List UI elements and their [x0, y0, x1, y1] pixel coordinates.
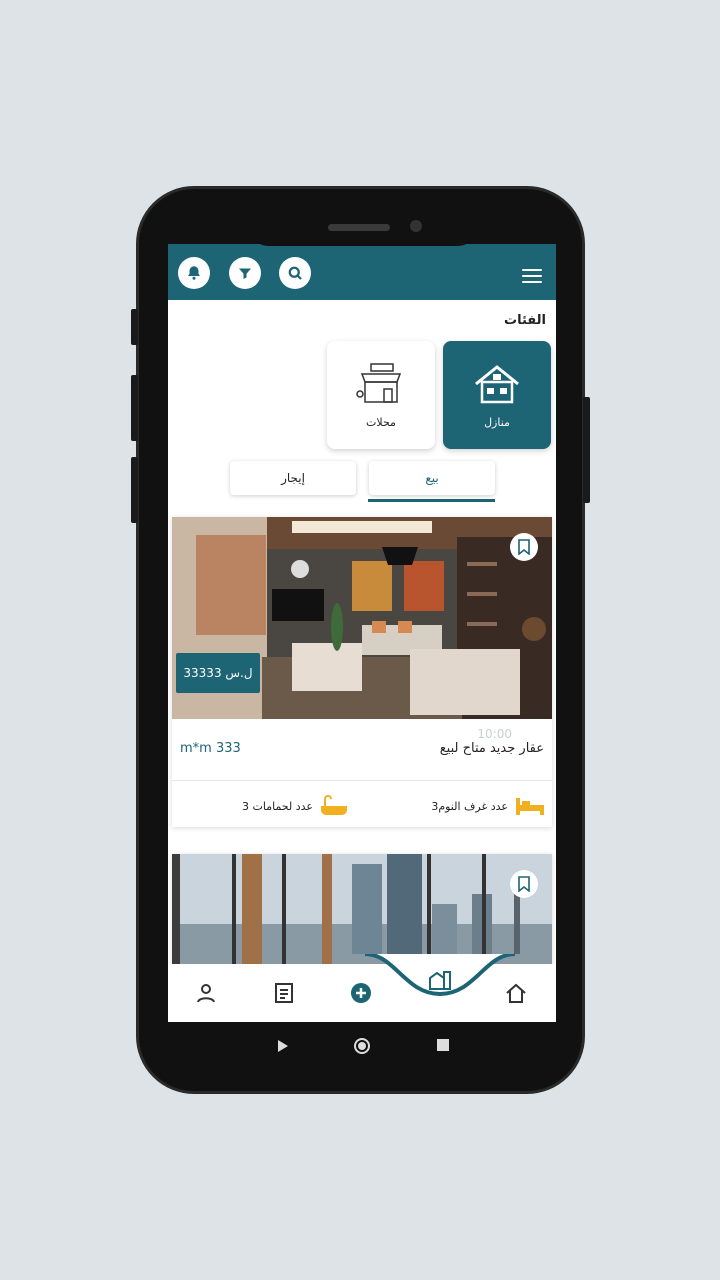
volume-up-button	[131, 375, 138, 441]
app-screen: الفئات منازل محلات إيجار بيع 33333 ل.س 1…	[168, 244, 556, 1022]
notch	[250, 213, 476, 246]
listing-info-row: 10:00 m*m 333 عقار جديد متاح لبيع	[172, 719, 552, 781]
tab-rent[interactable]: إيجار	[230, 461, 356, 495]
bookmark-button[interactable]	[510, 870, 538, 898]
listing-image	[172, 854, 552, 964]
listing-time: 10:00	[477, 727, 512, 741]
phone-frame: الفئات منازل محلات إيجار بيع 33333 ل.س 1…	[131, 186, 590, 1094]
nav-add[interactable]	[349, 981, 373, 1005]
shop-icon	[356, 362, 402, 403]
tab-sale[interactable]: بيع	[369, 461, 495, 495]
notifications-button[interactable]	[178, 257, 210, 289]
nav-profile[interactable]	[194, 981, 218, 1005]
listing-image: 33333 ل.س	[172, 517, 552, 719]
add-icon	[351, 983, 371, 1003]
listings-icon	[275, 983, 293, 1003]
listing-title: عقار جديد متاح لبيع	[439, 741, 544, 756]
app-header	[168, 244, 556, 300]
listing-card[interactable]: 33333 ل.س 10:00 m*m 333 عقار جديد متاح ل…	[172, 517, 552, 827]
bathrooms-label: عدد لحمامات 3	[242, 799, 313, 813]
search-icon	[288, 266, 302, 280]
category-label: منازل	[484, 415, 510, 429]
front-camera	[410, 220, 422, 232]
bookmark-icon	[518, 876, 530, 892]
nav-home[interactable]	[504, 981, 528, 1005]
speaker	[328, 224, 390, 231]
listing-features-row: عدد لحمامات 3 عدد غرف النوم3	[172, 781, 552, 827]
price-badge: 33333 ل.س	[176, 653, 260, 693]
nav-buildings[interactable]	[426, 966, 454, 994]
bookmark-icon	[518, 539, 530, 555]
categories-title: الفئات	[504, 313, 546, 328]
house-icon	[475, 364, 519, 403]
bottom-navigation	[168, 954, 556, 1022]
tab-active-indicator	[368, 499, 495, 502]
menu-icon[interactable]	[522, 269, 542, 285]
bathrooms-feature: عدد لحمامات 3	[242, 795, 349, 817]
recents-square-icon[interactable]	[437, 1039, 449, 1051]
listing-area: m*m 333	[180, 741, 241, 756]
filter-button[interactable]	[229, 257, 261, 289]
bedrooms-label: عدد غرف النوم3	[431, 799, 508, 813]
home-circle-icon[interactable]	[353, 1037, 371, 1055]
side-button	[131, 309, 138, 345]
home-icon	[506, 983, 526, 1003]
buildings-icon	[429, 971, 451, 990]
back-triangle-icon[interactable]	[276, 1039, 290, 1053]
category-houses[interactable]: منازل	[443, 341, 551, 449]
filter-icon	[239, 268, 251, 279]
category-shops[interactable]: محلات	[327, 341, 435, 449]
category-label: محلات	[366, 415, 396, 429]
system-navigation-bar	[168, 1022, 556, 1072]
nav-listings[interactable]	[272, 981, 296, 1005]
bedrooms-feature: عدد غرف النوم3	[431, 795, 546, 817]
bed-icon	[516, 798, 544, 815]
notifications-icon	[188, 266, 200, 280]
search-button[interactable]	[279, 257, 311, 289]
listing-card[interactable]	[172, 854, 552, 964]
deal-type-tabs: إيجار بيع	[230, 461, 495, 502]
bathtub-icon	[321, 795, 347, 815]
profile-icon	[197, 984, 215, 1003]
volume-down-button	[131, 457, 138, 523]
power-button	[583, 397, 590, 503]
bookmark-button[interactable]	[510, 533, 538, 561]
